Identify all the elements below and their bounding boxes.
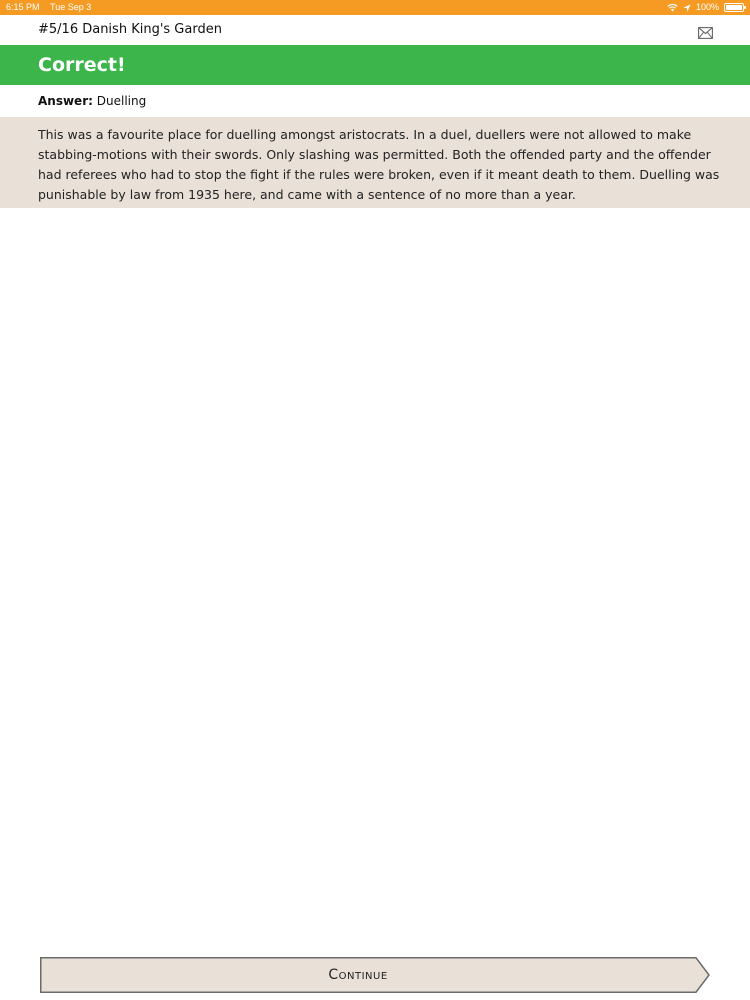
location-arrow-icon: [683, 4, 691, 11]
answer-text: Answer: Duelling: [38, 85, 146, 117]
result-title: Correct!: [38, 54, 126, 76]
continue-button[interactable]: Continue: [40, 957, 710, 993]
result-banner: Correct!: [0, 45, 750, 85]
battery-icon: [724, 3, 746, 12]
answer-row: Answer: Duelling: [0, 85, 750, 117]
explanation-panel: This was a favourite place for duelling …: [0, 117, 750, 208]
status-date: Tue Sep 3: [50, 2, 92, 12]
explanation-text: This was a favourite place for duelling …: [38, 127, 720, 202]
mail-button[interactable]: [698, 24, 713, 39]
status-bar: 6:15 PM Tue Sep 3 100%: [0, 0, 750, 15]
page-title: #5/16 Danish King's Garden: [38, 22, 222, 37]
status-left: 6:15 PM Tue Sep 3: [6, 0, 91, 15]
status-right: 100%: [667, 0, 746, 15]
answer-label: Answer:: [38, 94, 93, 108]
battery-percent: 100%: [695, 2, 719, 12]
envelope-icon: [698, 27, 713, 39]
header: #5/16 Danish King's Garden: [0, 15, 750, 45]
answer-value: Duelling: [96, 94, 147, 108]
battery-fill: [726, 5, 742, 10]
wifi-icon: [667, 3, 678, 12]
status-time: 6:15 PM: [6, 2, 40, 12]
continue-label: Continue: [328, 967, 388, 983]
